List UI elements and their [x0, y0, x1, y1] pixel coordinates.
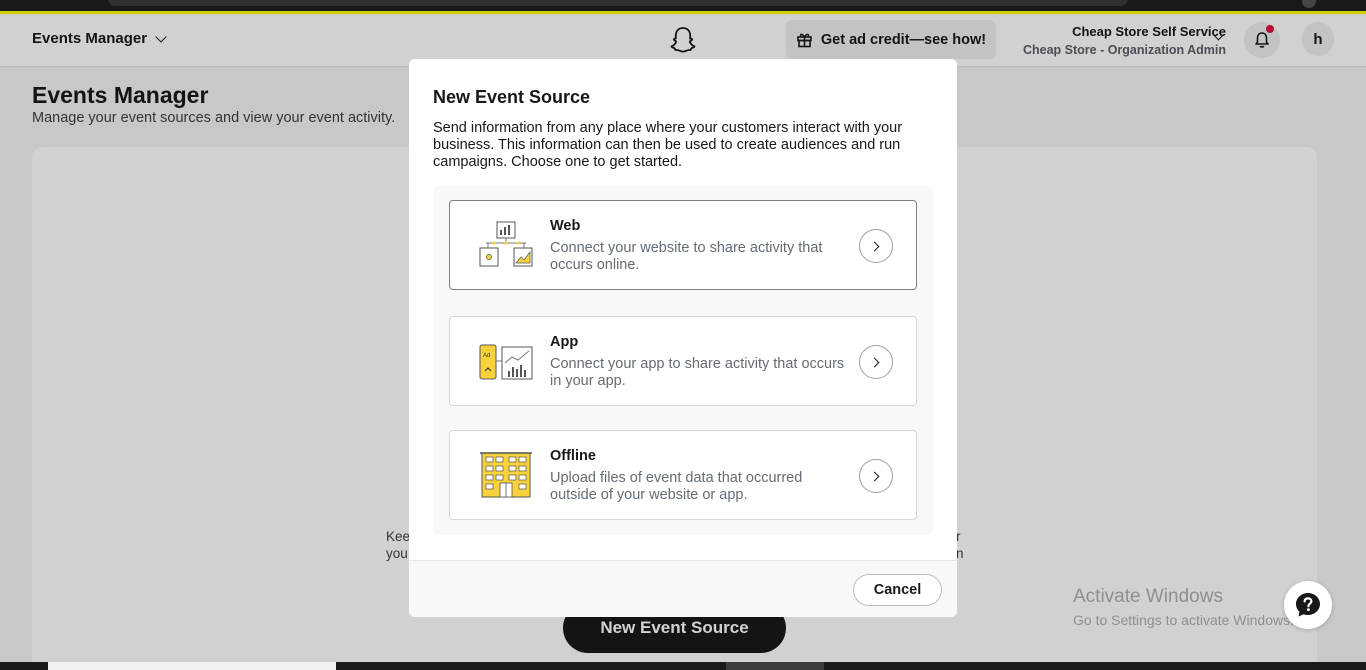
offline-icon — [480, 452, 532, 498]
option-description: Upload files of event data that occurred… — [550, 470, 803, 503]
taskbar-search-box[interactable] — [48, 662, 336, 670]
modal-footer: Cancel — [409, 560, 957, 617]
cancel-button[interactable]: Cancel — [853, 574, 942, 606]
option-arrow-button[interactable] — [859, 345, 893, 379]
watermark-line-1: Activate Windows — [1073, 586, 1223, 607]
option-arrow-button[interactable] — [859, 229, 893, 263]
modal-title: New Event Source — [433, 87, 591, 107]
option-title: App — [550, 334, 579, 350]
chevron-right-icon — [869, 471, 880, 481]
chevron-right-icon — [869, 241, 880, 251]
watermark-line-2: Go to Settings to activate Windows. — [1073, 612, 1294, 628]
option-title: Web — [550, 218, 581, 234]
modal-description: Send information from any place where yo… — [433, 120, 903, 170]
option-offline[interactable]: Offline Upload files of event data that … — [449, 430, 917, 520]
app-icon: Ad — [479, 344, 533, 380]
source-options-list: Web Connect your website to share activi… — [433, 186, 933, 535]
option-arrow-button[interactable] — [859, 459, 893, 493]
help-button[interactable] — [1284, 581, 1332, 629]
web-icon — [479, 221, 533, 267]
option-description: Connect your website to share activity t… — [550, 240, 823, 273]
taskbar-active-app[interactable] — [726, 662, 824, 670]
option-description: Connect your app to share activity that … — [550, 356, 845, 389]
option-web[interactable]: Web Connect your website to share activi… — [449, 200, 917, 290]
option-app[interactable]: Ad App Connect your app to share activit… — [449, 316, 917, 406]
new-event-source-modal: New Event Source Send information from a… — [409, 59, 957, 617]
os-taskbar — [0, 662, 1366, 670]
svg-text:Ad: Ad — [483, 353, 490, 359]
windows-activation-watermark: Activate Windows Go to Settings to activ… — [1073, 586, 1294, 628]
help-question-icon — [1296, 593, 1320, 617]
option-title: Offline — [550, 448, 596, 464]
chevron-right-icon — [869, 357, 880, 367]
